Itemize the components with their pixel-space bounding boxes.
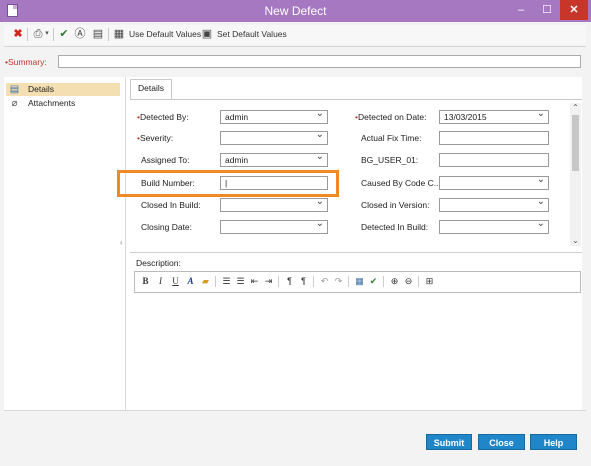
use-default-values-icon[interactable]: ▦ [113,28,125,40]
details-icon: ▤ [9,84,20,95]
maximize-button[interactable]: ☐ [534,0,560,20]
sidebar-item-label: Attachments [28,98,76,108]
summary-label-text: Summary: [7,57,47,67]
toolbar-divider [108,28,109,41]
build-number-highlight [117,170,339,197]
scroll-down-icon[interactable]: ⌄ [570,236,581,246]
toolbar-divider [383,276,384,287]
scrollbar-thumb[interactable] [572,115,579,171]
paperclip-icon: ⌀ [11,98,18,109]
tab-underline [130,99,582,100]
bg-user-01-input[interactable] [439,153,549,167]
detected-in-build-label: Detected In Build: [361,222,429,232]
chevron-down-icon[interactable]: ▾ [44,28,50,40]
close-button[interactable]: Close [478,434,525,450]
detected-on-date-label: •Detected on Date: [355,112,427,122]
bg-user-01-label: BG_USER_01: [361,155,419,165]
toolbar-separator [4,46,586,47]
description-editor-toolbar: B I U A ▰ ☰ ☰ ⇤ ⇥ ¶ ¶ ↶ ↷ ▦ ✔ ⊕ ⊖ ⊞ [134,271,581,293]
window-title: New Defect [264,4,327,18]
use-default-values-button[interactable]: Use Default Values [129,29,201,39]
sidebar-item-attachments[interactable]: ⌀ Attachments [6,97,120,110]
fields-scrollbar[interactable]: ⌃ ⌄ [570,103,581,246]
scroll-up-icon[interactable]: ⌃ [570,103,581,113]
severity-label: •Severity: [137,133,174,143]
decrease-indent-icon[interactable]: ⇤ [249,276,260,287]
zoom-in-icon[interactable]: ⊕ [389,276,400,287]
help-button[interactable]: Help [530,434,577,450]
closing-date-select[interactable] [220,218,328,234]
increase-indent-icon[interactable]: ⇥ [263,276,274,287]
toolbar-divider [418,276,419,287]
fullscreen-icon[interactable]: ⊞ [424,276,435,287]
spellcheck-icon[interactable]: ✔ [58,28,70,40]
detected-in-build-select[interactable] [439,218,549,234]
bold-button[interactable]: B [140,276,151,287]
bullet-list-icon[interactable]: ☰ [235,276,246,287]
closed-in-version-select[interactable] [439,196,549,212]
highlight-icon[interactable]: ▰ [200,276,211,287]
italic-button[interactable]: I [155,276,166,287]
footer-separator [4,410,586,411]
summary-input[interactable] [58,55,581,68]
zoom-out-icon[interactable]: ⊖ [403,276,414,287]
assigned-to-label: Assigned To: [141,155,190,165]
ltr-icon[interactable]: ¶ [284,276,295,287]
set-default-values-icon[interactable]: ▣ [201,28,213,40]
details-panel [126,77,582,410]
toolbar-divider [53,28,54,41]
toolbar: ✖ ⎙ ▾ ✔ Ⓐ ▤ ▦ Use Default Values ▣ Set D… [4,25,586,45]
detected-on-date-label-text: Detected on Date: [357,112,427,122]
set-default-values-button[interactable]: Set Default Values [217,29,287,39]
closed-in-build-label: Closed In Build: [141,200,201,210]
assigned-to-select[interactable]: admin [220,151,328,167]
closed-in-build-select[interactable] [220,196,328,212]
sidebar-item-label: Details [28,84,54,94]
severity-select[interactable] [220,129,328,145]
detected-by-label: •Detected By: [137,112,189,122]
actual-fix-time-label: Actual Fix Time: [361,133,422,143]
submit-button[interactable]: Submit [426,434,472,450]
font-color-button[interactable]: A [185,276,196,287]
tab-details[interactable]: Details [130,79,172,100]
toolbar-divider [215,276,216,287]
delete-icon[interactable]: ✖ [12,28,24,40]
closing-date-label: Closing Date: [141,222,193,232]
undo-icon[interactable]: ↶ [319,276,330,287]
description-label: Description: [136,258,181,268]
close-window-button[interactable]: ✕ [560,0,588,20]
severity-label-text: Severity: [139,133,174,143]
closed-in-version-label: Closed in Version: [361,200,430,210]
redo-icon[interactable]: ↷ [333,276,344,287]
print-icon[interactable]: ⎙ [32,28,44,40]
summary-label: •Summary: [5,57,47,67]
clipboard-icon[interactable]: ▤ [92,28,104,40]
new-defect-window: New Defect – ☐ ✕ ✖ ⎙ ▾ ✔ Ⓐ ▤ ▦ Use Defau… [0,0,591,466]
spellcheck-icon[interactable]: ✔ [368,276,379,287]
spellcheck-options-icon[interactable]: Ⓐ [74,28,86,40]
sidebar-item-details[interactable]: ▤ Details [6,83,120,96]
numbered-list-icon[interactable]: ☰ [221,276,232,287]
toolbar-divider [27,28,28,41]
caused-by-code-select[interactable] [439,174,549,190]
underline-button[interactable]: U [170,276,181,287]
detected-by-label-text: Detected By: [139,112,189,122]
description-divider [130,252,582,253]
toolbar-divider [278,276,279,287]
rtl-icon[interactable]: ¶ [298,276,309,287]
table-icon[interactable]: ▦ [354,276,365,287]
toolbar-divider [313,276,314,287]
detected-on-date-select[interactable]: 13/03/2015 [439,108,549,124]
toolbar-divider [348,276,349,287]
actual-fix-time-input[interactable] [439,131,549,145]
sidebar [4,77,126,410]
title-bar: New Defect – ☐ ✕ [0,0,591,22]
detected-by-select[interactable]: admin [220,108,328,124]
caused-by-code-label: Caused By Code C.. [361,178,439,188]
minimize-button[interactable]: – [508,0,534,20]
